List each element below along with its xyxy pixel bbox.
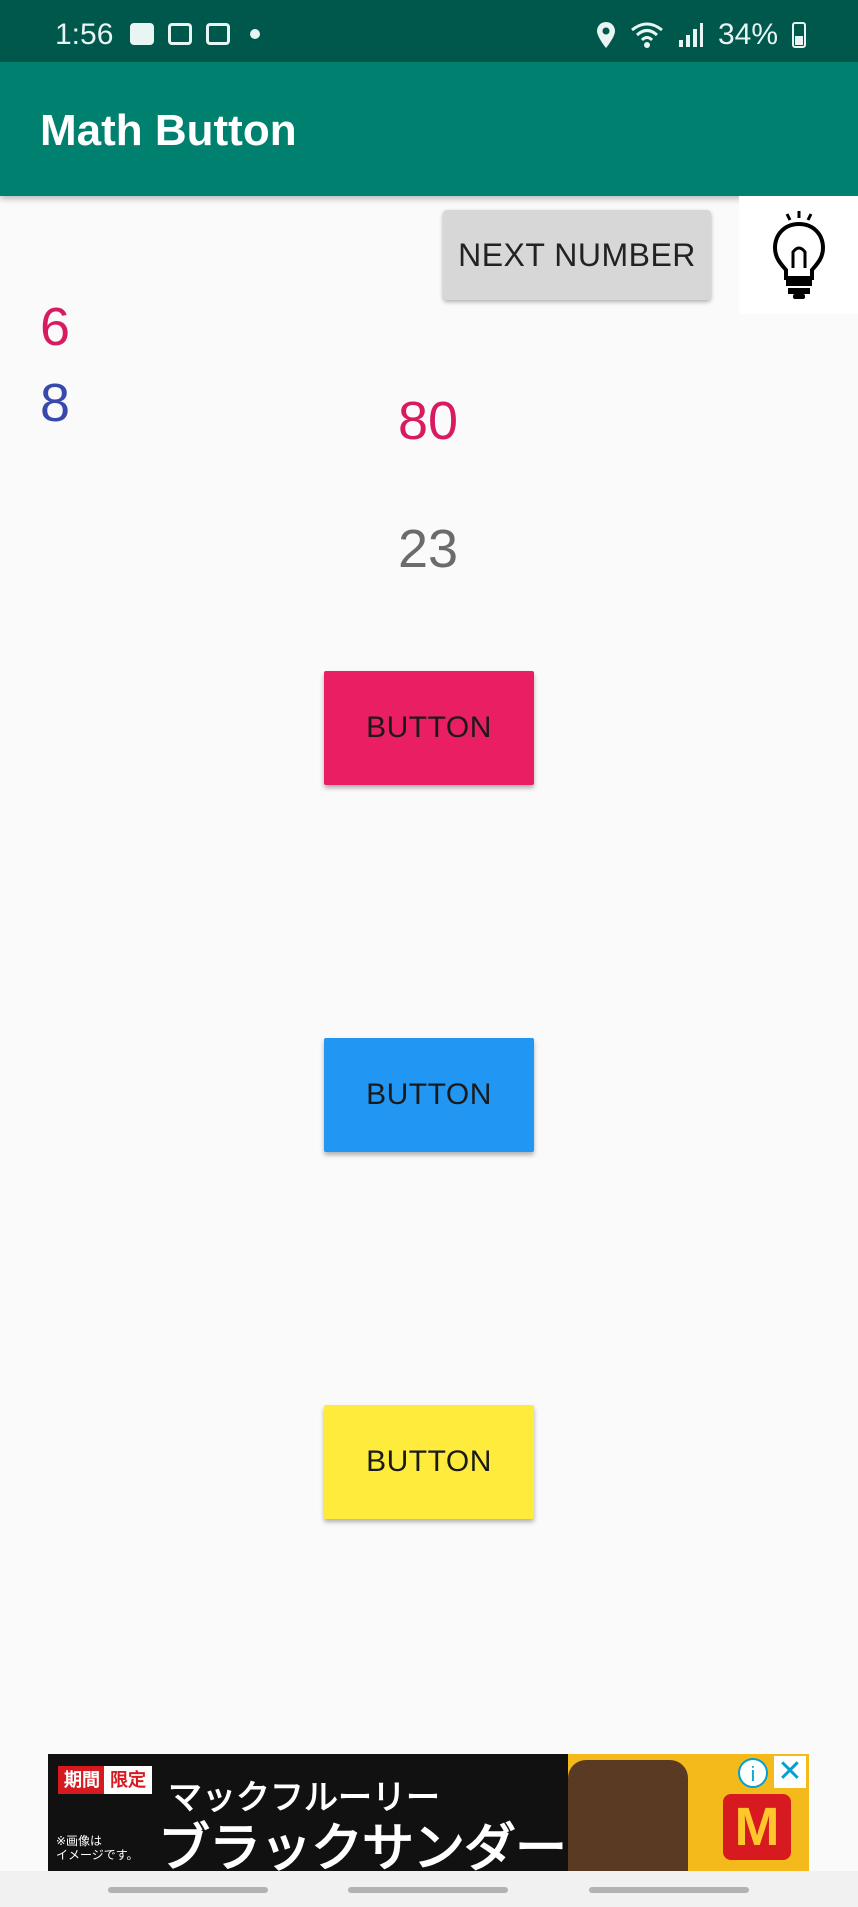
signal-icon bbox=[678, 23, 703, 47]
target-number: 80 bbox=[398, 391, 459, 451]
wifi-icon bbox=[631, 22, 663, 48]
status-time: 1:56 bbox=[55, 18, 114, 51]
yellow-button[interactable]: BUTTON bbox=[324, 1405, 534, 1519]
game-icon bbox=[130, 23, 154, 45]
battery-percent: 34% bbox=[717, 18, 778, 51]
status-bar: 1:56 34% bbox=[0, 0, 858, 62]
ad-banner[interactable]: 期間 限定 マックフルーリー ブラックサンダー ※画像は イメージです。 M i… bbox=[48, 1754, 809, 1871]
app-bar: Math Button bbox=[0, 62, 858, 196]
next-number-button[interactable]: NEXT NUMBER bbox=[443, 210, 711, 300]
red-button[interactable]: BUTTON bbox=[324, 671, 534, 785]
ad-product-image bbox=[568, 1760, 688, 1871]
info-icon[interactable]: i bbox=[738, 1758, 768, 1788]
current-number: 23 bbox=[398, 519, 459, 579]
battery-icon bbox=[792, 22, 806, 48]
status-notification-icons bbox=[130, 23, 260, 45]
lightbulb-icon bbox=[772, 211, 826, 299]
operand-b: 8 bbox=[40, 373, 71, 433]
mcdonalds-logo-icon: M bbox=[723, 1794, 791, 1860]
gallery-icon bbox=[168, 23, 192, 45]
app-title: Math Button bbox=[40, 106, 297, 155]
ad-tag-limited: 限定 bbox=[104, 1766, 152, 1794]
hint-button[interactable] bbox=[739, 196, 858, 314]
operand-a: 6 bbox=[40, 297, 71, 357]
status-system-icons: 34% bbox=[596, 18, 806, 52]
calendar-icon bbox=[206, 23, 230, 45]
ad-product-name: ブラックサンダー bbox=[158, 1820, 567, 1871]
location-icon bbox=[596, 22, 615, 48]
nav-home-handle[interactable] bbox=[348, 1887, 508, 1893]
close-icon[interactable]: ✕ bbox=[774, 1756, 806, 1788]
nav-back-handle[interactable] bbox=[589, 1887, 749, 1893]
ad-tag-period: 期間 bbox=[58, 1766, 106, 1794]
nav-recents-handle[interactable] bbox=[108, 1887, 268, 1893]
navigation-bar bbox=[0, 1871, 858, 1907]
blue-button[interactable]: BUTTON bbox=[324, 1038, 534, 1152]
notification-dot-icon bbox=[250, 29, 260, 39]
ad-disclaimer: ※画像は イメージです。 bbox=[56, 1834, 139, 1862]
